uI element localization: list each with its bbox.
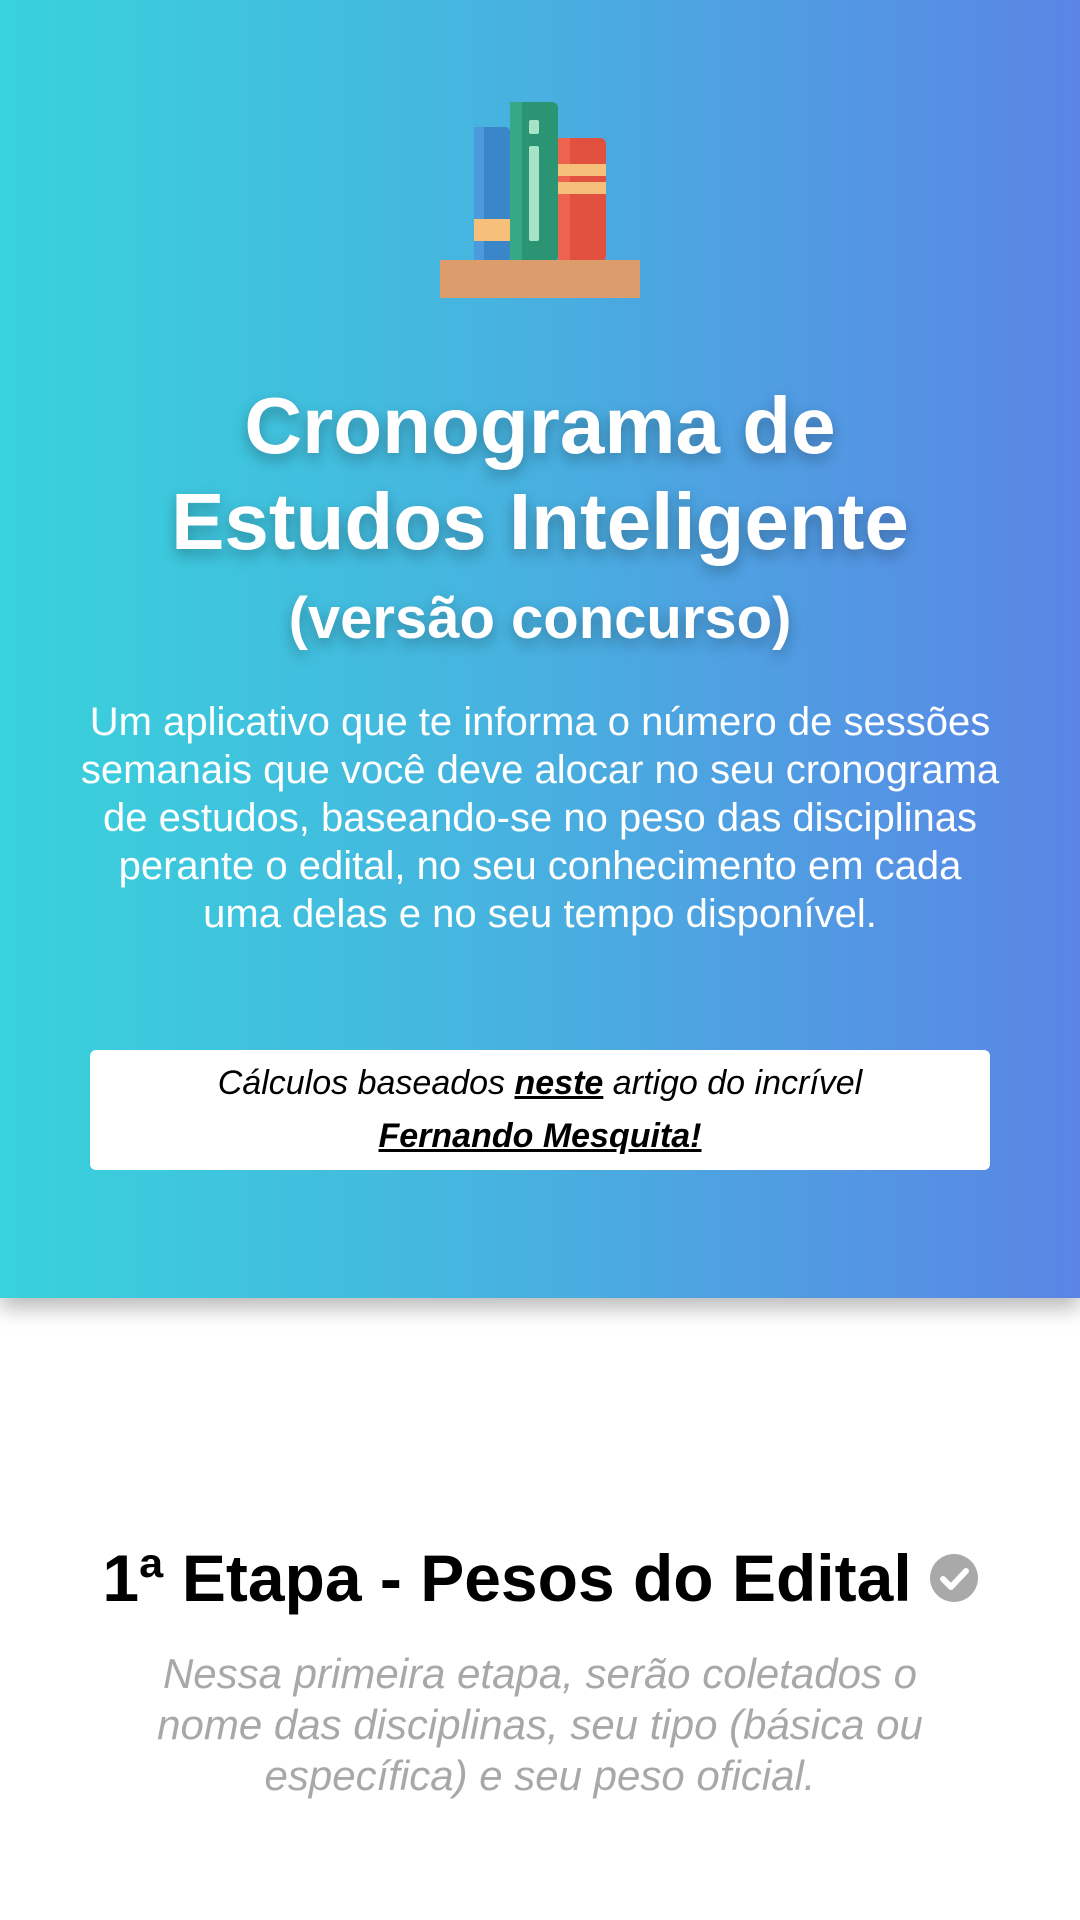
article-link[interactable]: neste xyxy=(515,1064,604,1102)
step-1-heading: 1ª Etapa - Pesos do Edital xyxy=(0,1538,1080,1618)
hero-header: Cronograma de Estudos Inteligente (versã… xyxy=(0,0,1080,1298)
credits-middle: artigo do incrível xyxy=(603,1064,863,1102)
credits-box: Cálculos baseados neste artigo do incrív… xyxy=(90,1050,990,1170)
page-title: Cronograma de Estudos Inteligente xyxy=(0,378,1080,570)
check-circle-icon xyxy=(929,1553,978,1602)
shelf xyxy=(440,260,640,298)
page-subtitle: (versão concurso) xyxy=(288,586,792,651)
title-line-1: Cronograma de xyxy=(244,381,836,470)
author-link[interactable]: Fernando Mesquita! xyxy=(378,1117,701,1155)
credits-prefix: Cálculos baseados xyxy=(217,1064,515,1102)
books-on-shelf-icon xyxy=(440,102,640,298)
app-description: Um aplicativo que te informa o número de… xyxy=(80,700,1000,936)
step-1-title: 1ª Etapa - Pesos do Edital xyxy=(102,1541,912,1615)
title-line-2: Estudos Inteligente xyxy=(171,477,909,566)
step-1-description: Nessa primeira etapa, serão coletados o … xyxy=(157,1650,923,1799)
